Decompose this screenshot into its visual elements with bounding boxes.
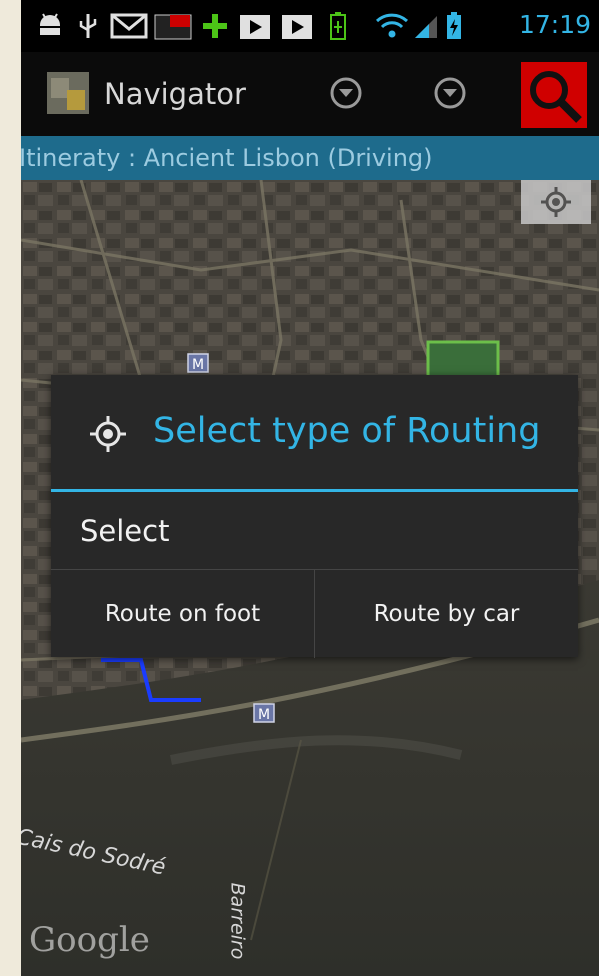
dialog-title: Select type of Routing: [153, 411, 541, 451]
play-store-icon-2: [279, 0, 315, 52]
signal-icon: [413, 0, 439, 52]
play-store-icon: [237, 0, 273, 52]
dialog-button-row: Route on foot Route by car: [51, 569, 578, 658]
dialog-header: Select type of Routing: [51, 375, 578, 490]
map-label-barreiro: Barreiro: [226, 882, 249, 960]
gmail-icon: [109, 0, 149, 52]
routing-dialog: Select type of Routing Select Route on f…: [51, 375, 578, 658]
dialog-divider: [51, 489, 578, 492]
phone-screen: M M Cais do Sodré Barreiro Google 17:19 …: [21, 0, 599, 976]
dropdown-icon-2[interactable]: [433, 76, 467, 110]
action-bar: Navigator: [21, 52, 599, 136]
my-location-button[interactable]: [521, 180, 591, 224]
itinerary-bar: Itineraty : Ancient Lisbon (Driving): [21, 136, 599, 180]
usb-icon: [75, 0, 101, 52]
gsma-icon: [153, 0, 193, 52]
search-icon: [530, 71, 582, 123]
app-title: Navigator: [104, 77, 246, 111]
search-button[interactable]: [521, 62, 587, 128]
plus-icon: [201, 0, 229, 52]
android-debug-icon: [33, 0, 67, 52]
crosshair-icon: [541, 187, 571, 217]
status-bar: 17:19: [21, 0, 599, 52]
dropdown-icon[interactable]: [329, 76, 363, 110]
itinerary-text: Itineraty : Ancient Lisbon (Driving): [21, 144, 433, 172]
dialog-message: Select: [80, 514, 170, 548]
google-logo: Google: [29, 920, 150, 960]
svg-text:M: M: [192, 357, 204, 373]
battery-saver-icon: [325, 0, 351, 52]
battery-charging-icon: [445, 0, 463, 52]
app-icon[interactable]: [47, 72, 89, 114]
svg-text:M: M: [258, 707, 270, 723]
route-on-foot-button[interactable]: Route on foot: [51, 570, 315, 658]
route-by-car-button[interactable]: Route by car: [315, 570, 578, 658]
crosshair-icon: [87, 413, 129, 455]
wifi-icon: [375, 0, 409, 52]
clock-time: 17:19: [518, 10, 591, 39]
